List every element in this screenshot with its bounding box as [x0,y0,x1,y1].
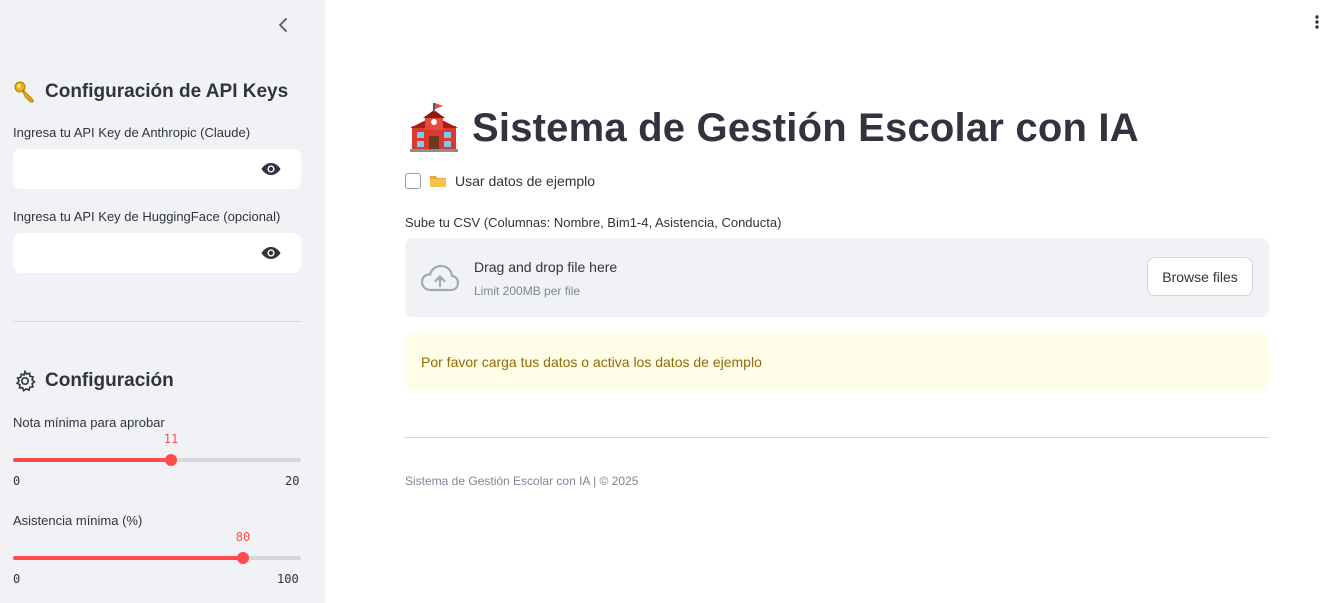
warning-alert: Por favor carga tus datos o activa los d… [405,333,1269,390]
anthropic-key-label: Ingresa tu API Key de Anthropic (Claude) [13,125,251,140]
slider-fill [13,458,171,462]
api-keys-title: Configuración de API Keys [45,81,289,102]
sample-data-label: Usar datos de ejemplo [455,173,596,189]
gear-icon [13,369,37,393]
slider-value: 11 [163,432,179,446]
checkbox-box[interactable] [405,173,421,189]
huggingface-key-field [13,233,301,273]
dropzone-limit: Limit 200MB per file [474,284,581,298]
slider-min-label: 0 [13,572,21,586]
cloud-upload-icon [421,264,459,292]
nota-minima-label: Nota mínima para aprobar [13,415,165,430]
slider-fill [13,556,243,560]
page-title: Sistema de Gestión Escolar con IA [408,102,1139,154]
slider-thumb[interactable] [237,552,249,564]
nota-minima-slider[interactable]: 11 [13,432,301,469]
page-title-text: Sistema de Gestión Escolar con IA [472,105,1139,150]
eye-icon [261,163,281,175]
key-icon [13,80,37,104]
show-password-button[interactable] [261,244,281,262]
footer-text: Sistema de Gestión Escolar con IA | © 20… [405,474,639,488]
slider-thumb[interactable] [165,454,177,466]
asistencia-minima-slider[interactable]: 80 [13,530,301,567]
api-keys-heading: Configuración de API Keys [13,80,288,104]
slider-min-label: 0 [13,474,21,488]
school-icon [410,103,458,152]
main-divider [404,437,1269,438]
sample-data-checkbox[interactable]: Usar datos de ejemplo [405,173,595,189]
huggingface-key-input[interactable] [13,233,253,273]
file-dropzone[interactable]: Drag and drop file here Limit 200MB per … [405,238,1269,317]
main-menu-button[interactable] [1308,12,1326,32]
config-title: Configuración [45,370,174,391]
folder-icon [430,176,446,187]
slider-value: 80 [235,530,251,544]
anthropic-key-field [13,149,301,189]
eye-icon [261,247,281,259]
sidebar: Configuración de API Keys Ingresa tu API… [0,0,325,603]
browse-files-button[interactable]: Browse files [1147,257,1253,296]
csv-upload-label: Sube tu CSV (Columnas: Nombre, Bim1-4, A… [405,215,782,230]
sidebar-divider [13,321,301,322]
slider-max-label: 100 [277,572,299,586]
more-vertical-icon [1315,15,1319,29]
huggingface-key-label: Ingresa tu API Key de HuggingFace (opcio… [13,209,281,224]
config-heading: Configuración [13,369,174,393]
app-root: Configuración de API Keys Ingresa tu API… [0,0,1336,603]
collapse-sidebar-button[interactable] [272,14,294,36]
show-password-button[interactable] [261,160,281,178]
dropzone-instructions: Drag and drop file here [474,259,618,275]
chevron-left-icon [279,18,287,32]
anthropic-key-input[interactable] [13,149,253,189]
slider-max-label: 20 [285,474,300,488]
asistencia-minima-label: Asistencia mínima (%) [13,513,143,528]
